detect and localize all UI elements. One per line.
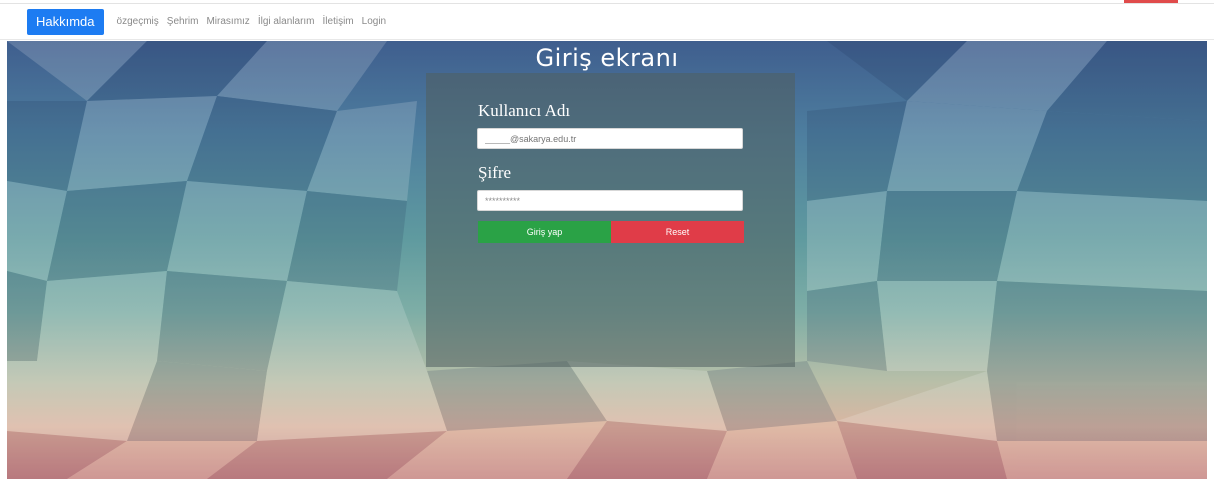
top-accent-tab [1124, 0, 1178, 3]
brand-button[interactable]: Hakkımda [27, 8, 104, 35]
hero-background: Giriş ekranı Kullanıcı Adı Şifre Giriş y… [7, 41, 1207, 479]
nav-link-login[interactable]: Login [362, 16, 386, 27]
password-input[interactable] [477, 190, 743, 211]
nav-links: özgeçmiş Şehrim Mirasımız İlgi alanlarım… [117, 16, 395, 27]
nav-link-ilgi-alanlarim[interactable]: İlgi alanlarım [258, 16, 315, 27]
username-input[interactable] [477, 128, 743, 149]
login-panel: Kullanıcı Adı Şifre Giriş yap Reset [426, 73, 795, 367]
login-button[interactable]: Giriş yap [478, 221, 611, 243]
nav-link-sehrim[interactable]: Şehrim [167, 16, 199, 27]
username-label: Kullanıcı Adı [478, 101, 571, 120]
reset-button[interactable]: Reset [611, 221, 744, 243]
nav-link-ozgecmis[interactable]: özgeçmiş [117, 16, 159, 27]
navbar: Hakkımda özgeçmiş Şehrim Mirasımız İlgi … [0, 4, 1214, 40]
nav-link-mirasimiz[interactable]: Mirasımız [206, 16, 249, 27]
page-title: Giriş ekranı [535, 44, 679, 72]
password-label: Şifre [478, 163, 512, 182]
nav-link-iletisim[interactable]: İletişim [323, 16, 354, 27]
